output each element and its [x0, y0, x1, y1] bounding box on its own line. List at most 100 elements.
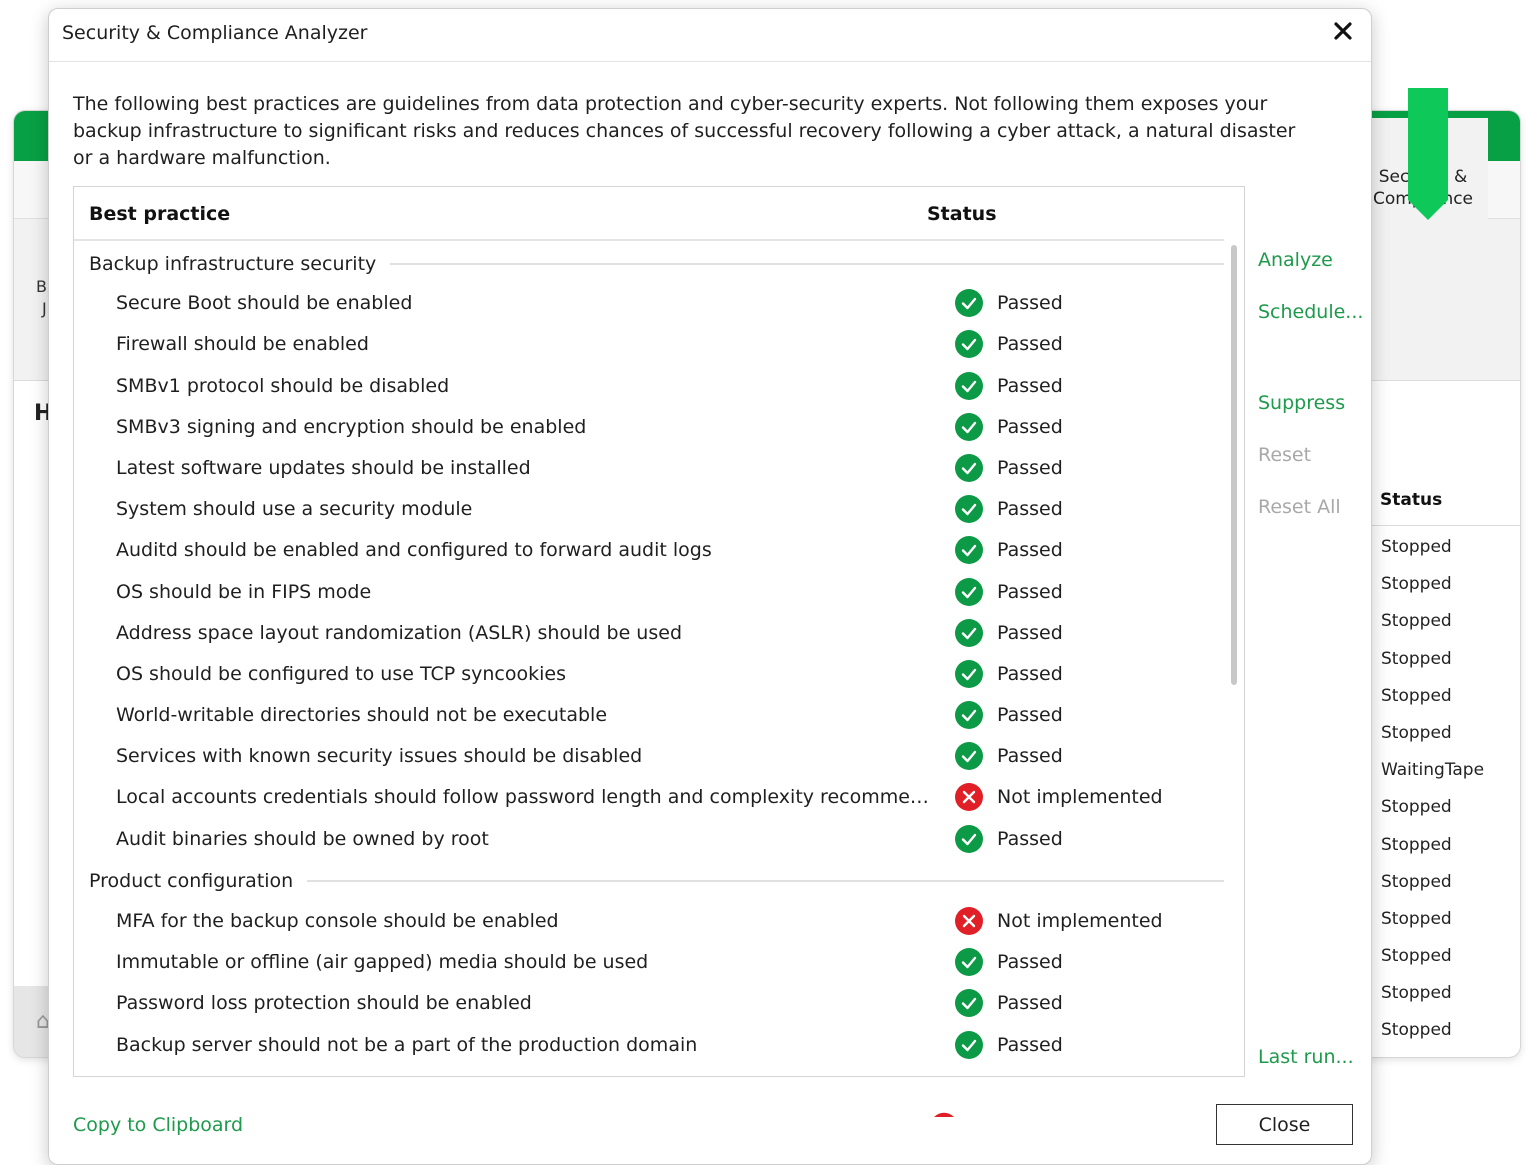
status-cell: Stopped	[1381, 648, 1452, 669]
practice-label: MFA for the backup console should be ena…	[116, 910, 559, 932]
status-cell: Stopped	[1381, 722, 1452, 743]
table-row[interactable]: Immutable or offline (air gapped) media …	[74, 943, 1224, 984]
passed-check-icon	[955, 412, 983, 441]
table-row[interactable]: System should use a security module Passe…	[74, 490, 1224, 531]
status-cell: Stopped	[1381, 834, 1452, 855]
status-text: Passed	[997, 498, 1063, 521]
passed-check-icon	[955, 618, 983, 647]
suppress-link[interactable]: Suppress	[1258, 392, 1345, 414]
practice-label: OS should be in FIPS mode	[116, 580, 372, 603]
status-cell: Passed	[955, 577, 1063, 606]
table-row[interactable]: Password loss protection should be enabl…	[74, 984, 1224, 1025]
status-cell: Passed	[955, 824, 1063, 853]
table-row[interactable]: Auditd should be enabled and configured …	[74, 531, 1224, 572]
practice-label: Password loss protection should be enabl…	[116, 992, 532, 1015]
status-cell: Passed	[955, 371, 1063, 400]
status-text: Passed	[997, 951, 1063, 974]
status-cell: Passed	[955, 701, 1063, 730]
status-cell: Passed	[955, 536, 1063, 565]
status-cell: Passed	[955, 412, 1063, 441]
table-row[interactable]: SMBv3 signing and encryption should be e…	[74, 408, 1224, 449]
dialog-titlebar: Security & Compliance Analyzer	[49, 9, 1371, 62]
close-icon[interactable]	[1329, 17, 1357, 45]
passed-check-icon	[955, 742, 983, 771]
scrollbar-thumb[interactable]	[1231, 245, 1237, 685]
status-text: Passed	[997, 456, 1063, 479]
table-row[interactable]: Services with known security issues shou…	[74, 737, 1224, 778]
status-cell: Passed	[955, 742, 1063, 771]
table-row[interactable]: World-writable directories should not be…	[74, 696, 1224, 737]
status-text: Passed	[997, 621, 1063, 644]
group-row[interactable]: Backup infrastructure security	[74, 243, 1224, 284]
passed-check-icon	[955, 948, 983, 977]
status-cell: Passed	[955, 289, 1063, 318]
failed-icon-partial	[930, 1102, 958, 1121]
status-cell: Passed	[955, 948, 1063, 977]
status-text: Passed	[997, 992, 1063, 1015]
status-cell: Stopped	[1381, 1020, 1452, 1041]
practice-label: Latest software updates should be instal…	[116, 456, 531, 479]
best-practices-table: Best practice Status Backup infrastructu…	[73, 186, 1245, 1077]
practice-label: SMBv3 signing and encryption should be e…	[116, 415, 587, 438]
status-text: Passed	[997, 662, 1063, 685]
ribbon-partial-label-2: J	[42, 299, 47, 318]
table-row[interactable]: OS should be in FIPS mode Passed	[74, 573, 1224, 614]
table-row[interactable]: Backup server should not be a part of th…	[74, 1026, 1224, 1067]
status-cell: Passed	[955, 989, 1063, 1018]
schedule-link[interactable]: Schedule...	[1258, 301, 1363, 323]
status-text: Passed	[997, 827, 1063, 850]
status-cell: Not implemented	[955, 783, 1163, 812]
reset-link[interactable]: Reset	[1258, 444, 1311, 466]
practice-label: System should use a security module	[116, 498, 473, 521]
reset-all-link[interactable]: Reset All	[1258, 496, 1341, 518]
last-run-link[interactable]: Last run...	[1258, 1046, 1354, 1068]
practice-label: OS should be configured to use TCP synco…	[116, 662, 566, 685]
analyze-link[interactable]: Analyze	[1258, 249, 1333, 271]
practice-label: Immutable or offline (air gapped) media …	[116, 951, 649, 974]
pointer-arrow-icon	[1406, 88, 1450, 226]
table-row[interactable]: SMBv1 protocol should be disabled Passed	[74, 367, 1224, 408]
status-cell: Passed	[955, 453, 1063, 482]
column-header-best-practice[interactable]: Best practice	[89, 203, 230, 225]
table-row[interactable]: OS should be configured to use TCP synco…	[74, 655, 1224, 696]
table-header: Best practice Status	[74, 187, 1224, 241]
passed-check-icon	[955, 577, 983, 606]
group-row[interactable]: Product configuration	[74, 861, 1224, 902]
practice-label: Backup server should not be a part of th…	[116, 1033, 698, 1056]
table-body: Backup infrastructure security Secure Boo…	[74, 243, 1224, 1067]
status-cell: Stopped	[1381, 946, 1452, 967]
dialog-title: Security & Compliance Analyzer	[62, 22, 368, 44]
status-text: Passed	[997, 580, 1063, 603]
column-header-status[interactable]: Status	[927, 203, 997, 225]
passed-check-icon	[955, 453, 983, 482]
table-row[interactable]: Audit binaries should be owned by root Pa…	[74, 820, 1224, 861]
failed-x-icon	[955, 783, 983, 812]
copy-to-clipboard-link[interactable]: Copy to Clipboard	[73, 1114, 243, 1136]
background-status-list: Stopped Stopped Stopped Stopped Stopped …	[1381, 529, 1484, 1050]
table-row[interactable]: MFA for the backup console should be ena…	[74, 902, 1224, 943]
table-row[interactable]: Firewall should be enabled Passed	[74, 325, 1224, 366]
status-cell: Passed	[955, 659, 1063, 688]
ribbon-partial-label-1: B	[36, 277, 47, 296]
status-cell: WaitingTape	[1381, 760, 1485, 781]
group-label: Backup infrastructure security	[89, 252, 377, 275]
passed-check-icon	[955, 824, 983, 853]
status-text: Not implemented	[997, 910, 1163, 932]
table-row[interactable]: Address space layout randomization (ASLR…	[74, 614, 1224, 655]
failed-x-icon	[955, 907, 983, 935]
status-cell: Stopped	[1381, 611, 1452, 632]
status-cell: Stopped	[1381, 871, 1452, 892]
background-status-header: Status	[1380, 490, 1443, 510]
passed-check-icon	[955, 701, 983, 730]
close-button[interactable]: Close	[1216, 1104, 1353, 1145]
passed-check-icon	[955, 659, 983, 688]
divider	[1370, 525, 1520, 526]
status-text: Passed	[997, 292, 1063, 315]
status-text: Passed	[997, 704, 1063, 727]
table-row[interactable]: Latest software updates should be instal…	[74, 449, 1224, 490]
table-row[interactable]: Local accounts credentials should follow…	[74, 778, 1224, 819]
status-text: Not implemented	[997, 786, 1163, 809]
table-row[interactable]: Secure Boot should be enabled Passed	[74, 284, 1224, 325]
status-cell: Stopped	[1381, 983, 1452, 1004]
status-text: Passed	[997, 1033, 1063, 1056]
